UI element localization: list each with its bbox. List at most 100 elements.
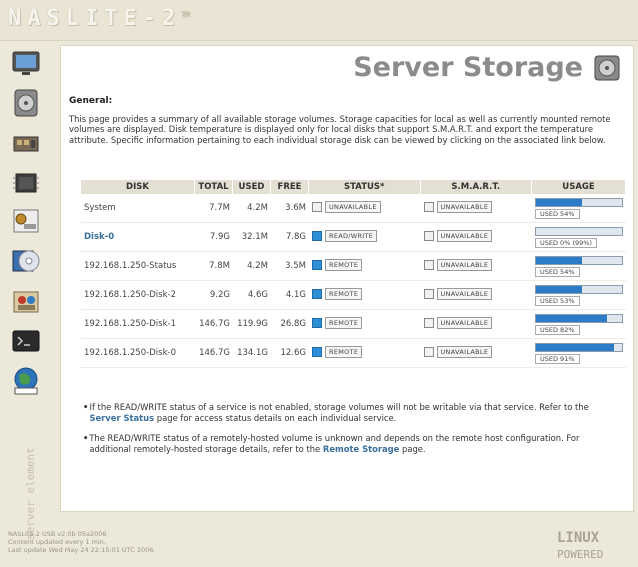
linux-powered-logo: LINUX POWERED [553, 527, 631, 563]
usage-fill [536, 285, 582, 293]
vertical-brand: server elements [22, 441, 44, 543]
free-cell: 3.5M [271, 252, 309, 281]
column-header-usage: USAGE [532, 180, 626, 194]
smart-indicator-icon [423, 202, 434, 212]
smart-cell: UNAVAILABLE [420, 281, 532, 310]
used-cell: 4.2M [233, 194, 271, 223]
brand-logo[interactable]: NASLITE-2TM [8, 6, 190, 31]
disk-name: System [81, 194, 195, 223]
status-badge: REMOTE [325, 259, 363, 271]
free-cell: 7.8G [271, 223, 309, 252]
usage-bar [535, 255, 623, 265]
status-badge: READ/WRITE [325, 230, 378, 242]
usage-fill [536, 198, 583, 206]
status-indicator-icon [312, 202, 322, 212]
main-content: Server Storage General: This page provid… [60, 45, 634, 512]
svg-text:server elements: server elements [24, 448, 37, 540]
status-indicator-icon [312, 318, 322, 328]
usage-label: USED 91% [535, 353, 580, 364]
usage-label: USED 54% [535, 266, 580, 277]
usage-cell: USED 82% [532, 310, 626, 339]
usage-label: USED 54% [535, 208, 580, 219]
smart-badge: UNAVAILABLE [436, 201, 493, 213]
svg-text:POWERED: POWERED [557, 548, 603, 561]
monitor-icon[interactable] [10, 48, 42, 78]
usage-bar [535, 197, 623, 207]
used-cell: 4.2M [233, 252, 271, 281]
usage-label: USED 53% [535, 295, 580, 306]
cd-icon[interactable] [10, 246, 42, 276]
column-header-free: FREE [271, 180, 309, 194]
total-cell: 7.7M [195, 194, 233, 223]
disk-name: 192.168.1.250-Disk-1 [81, 310, 195, 339]
total-cell: 7.8M [195, 252, 233, 281]
table-row: System 7.7M 4.2M 3.6M UNAVAILABLE UNAVAILABLE… [81, 194, 626, 223]
page-title: Server Storage [353, 52, 583, 83]
general-description: This page provides a summary of all avai… [69, 114, 611, 145]
network-card-icon[interactable] [10, 128, 42, 158]
free-cell: 26.8G [271, 310, 309, 339]
used-cell: 4.6G [233, 281, 271, 310]
smart-indicator-icon [423, 347, 434, 357]
table-row: 192.168.1.250-Disk-1 146.7G 119.9G 26.8G REM… [81, 310, 626, 339]
column-header-used: USED [233, 180, 271, 194]
smart-badge: UNAVAILABLE [436, 346, 493, 358]
total-cell: 146.7G [195, 310, 233, 339]
usage-label: USED 82% [535, 324, 580, 335]
table-row: 192.168.1.250-Disk-2 9.2G 4.6G 4.1G REMOTE UN… [81, 281, 626, 310]
status-cell: REMOTE [309, 252, 421, 281]
version-text: NASLite-2 USB v2.0b 05a2006 [8, 530, 107, 538]
status-badge: REMOTE [325, 346, 363, 358]
used-cell: 134.1G [233, 339, 271, 368]
section-label: General: [69, 96, 113, 106]
column-header-total: TOTAL [195, 180, 233, 194]
status-indicator-icon [312, 347, 322, 357]
smart-badge: UNAVAILABLE [436, 230, 493, 242]
usage-fill [536, 256, 583, 264]
disk-icon[interactable] [10, 88, 42, 118]
footer: NASLite-2 USB v2.0b 05a2006 Content upda… [8, 530, 155, 554]
sidebar: server elements [10, 48, 48, 540]
smart-indicator-icon [423, 318, 434, 328]
table-row: 192.168.1.250-Status 7.8M 4.2M 3.5M REMOTE UN… [81, 252, 626, 281]
used-cell: 32.1M [233, 223, 271, 252]
total-cell: 9.2G [195, 281, 233, 310]
smart-badge: UNAVAILABLE [436, 288, 493, 300]
smart-cell: UNAVAILABLE [420, 252, 532, 281]
usage-fill [536, 343, 615, 351]
disk-name: 192.168.1.250-Status [81, 252, 195, 281]
top-bar: NASLITE-2TM [0, 0, 638, 41]
disk-name[interactable]: Disk-0 [81, 223, 195, 252]
status-cell: READ/WRITE [309, 223, 421, 252]
usage-bar [535, 313, 623, 323]
storage-table: DISK TOTAL USED FREE STATUS* S.M.A.R.T. … [81, 180, 626, 368]
remote-storage-link[interactable]: Remote Storage [323, 444, 399, 454]
column-header-smart: S.M.A.R.T. [420, 180, 532, 194]
table-row: Disk-0 7.9G 32.1M 7.8G READ/WRITE UNAVAILABLE… [81, 223, 626, 252]
smart-cell: UNAVAILABLE [420, 310, 532, 339]
usage-cell: USED 91% [532, 339, 626, 368]
settings-icon[interactable] [10, 206, 42, 236]
users-icon[interactable] [10, 286, 42, 316]
total-cell: 146.7G [195, 339, 233, 368]
smart-badge: UNAVAILABLE [436, 317, 493, 329]
chip-icon[interactable] [10, 168, 42, 198]
status-cell: REMOTE [309, 310, 421, 339]
smart-indicator-icon [423, 289, 434, 299]
refresh-text: Content updated every 1 min. [8, 538, 106, 546]
free-cell: 12.6G [271, 339, 309, 368]
smart-indicator-icon [423, 260, 434, 270]
globe-icon[interactable] [10, 366, 42, 396]
disk-name: 192.168.1.250-Disk-2 [81, 281, 195, 310]
status-badge: UNAVAILABLE [325, 201, 381, 213]
page-header: Server Storage [61, 46, 633, 90]
usage-bar [535, 226, 623, 236]
note-item: • If the READ/WRITE status of a service … [83, 402, 589, 423]
terminal-icon[interactable] [10, 326, 42, 356]
note-item: • The READ/WRITE status of a remotely-ho… [83, 433, 580, 454]
disk-name: 192.168.1.250-Disk-0 [81, 339, 195, 368]
svg-text:LINUX: LINUX [557, 530, 600, 546]
status-indicator-icon [312, 231, 322, 241]
server-status-link[interactable]: Server Status [89, 413, 154, 423]
status-cell: REMOTE [309, 339, 421, 368]
